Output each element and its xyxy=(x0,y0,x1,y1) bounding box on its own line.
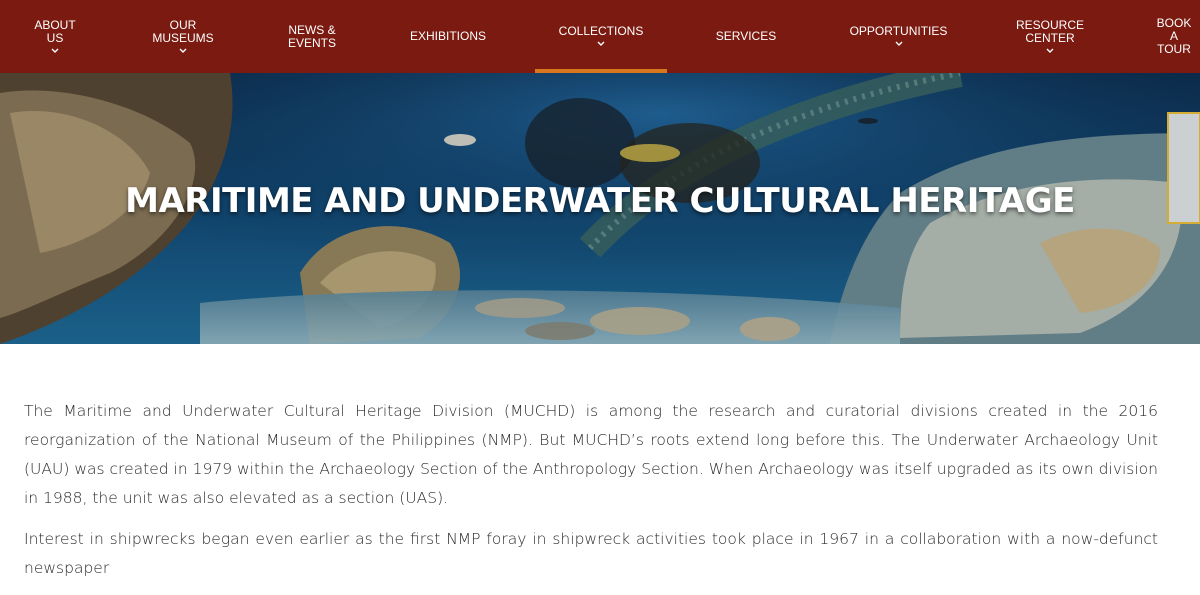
nav-item-label: EXHIBITIONS xyxy=(409,29,486,43)
nav-item-label: OPPORTUNITIES xyxy=(849,24,948,38)
article-body: The Maritime and Underwater Cultural Her… xyxy=(24,397,1158,595)
chevron-down-icon xyxy=(1046,48,1054,53)
paragraph: Interest in shipwrecks began even earlie… xyxy=(24,530,1158,577)
paragraph: The Maritime and Underwater Cultural Her… xyxy=(24,402,1158,507)
nav-item-label: SERVICES xyxy=(715,29,777,43)
nav-item-label: BOOK A TOUR xyxy=(1156,16,1192,56)
nav-item-opportunities[interactable]: OPPORTUNITIES xyxy=(841,0,956,73)
nav-item-label: COLLECTIONS xyxy=(558,24,644,38)
chevron-down-icon xyxy=(895,41,902,46)
nav-item-our-museums[interactable]: OUR MUSEUMS xyxy=(143,0,223,73)
top-navigation-bar: ABOUT US OUR MUSEUMS NEWS & EVENTS EXHIB… xyxy=(0,0,1200,73)
nav-item-exhibitions[interactable]: EXHIBITIONS xyxy=(398,0,498,73)
chevron-down-icon xyxy=(179,48,187,53)
nav-item-resource-center[interactable]: RESOURCE CENTER xyxy=(1005,0,1095,73)
hero-banner: MARITIME AND UNDERWATER CULTURAL HERITAG… xyxy=(0,73,1200,344)
chevron-down-icon xyxy=(597,41,605,46)
nav-item-about-us[interactable]: ABOUT US xyxy=(20,0,90,73)
page-title: MARITIME AND UNDERWATER CULTURAL HERITAG… xyxy=(125,181,1075,221)
nav-item-label: OUR MUSEUMS xyxy=(152,17,214,45)
nav-item-book-a-tour[interactable]: BOOK A TOUR xyxy=(1148,0,1200,73)
nav-item-collections[interactable]: COLLECTIONS xyxy=(535,0,667,73)
nav-item-services[interactable]: SERVICES xyxy=(705,0,787,73)
chevron-down-icon xyxy=(51,48,59,53)
nav-item-news-events[interactable]: NEWS & EVENTS xyxy=(272,0,352,73)
nav-item-label: ABOUT US xyxy=(34,17,76,45)
nav-item-label: RESOURCE CENTER xyxy=(1015,17,1084,45)
nav-item-label: NEWS & EVENTS xyxy=(287,22,336,50)
